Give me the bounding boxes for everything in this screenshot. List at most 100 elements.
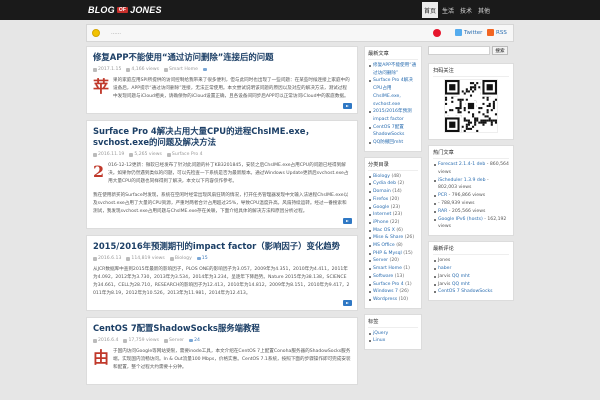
excerpt-text: 果的家庭应用SPI所提供的访问控制给我带来了很多便利，但与此同时也出现了一些问题… [113,78,350,99]
category-link[interactable]: Cydia deb (2) [368,180,418,188]
widget-title: 热门文章 [433,149,509,159]
post-views: 114,819 views [131,256,165,261]
eye-icon [126,67,131,72]
comment-icon[interactable] [202,67,207,72]
post-category[interactable]: Biology [175,256,192,261]
recent-post-link[interactable]: Surface Pro 4解决CPU占用ChsIME.exe, svchost.… [368,77,418,108]
widget-title: 最新文章 [368,50,418,60]
category-link[interactable]: Biology (48) [368,173,418,181]
search-box: 搜索 [428,46,514,55]
post-title[interactable]: 修复APP不能使用“通过访问删除”连接后的问题 [93,52,351,63]
category-link[interactable]: Server (20) [368,257,418,265]
popular-post-link[interactable]: Google IPv6 (hosts) [438,217,483,222]
comment-link[interactable]: QQ mht [452,282,470,287]
post-title[interactable]: Surface Pro 4解决占用大量CPU的进程ChsIME.exe，svch… [93,126,351,148]
post-title[interactable]: CentOS 7配置ShadowSocks服务端教程 [93,323,351,334]
post-category[interactable]: Server [169,338,184,343]
calendar-icon [93,152,97,157]
search-button[interactable]: 搜索 [492,46,508,55]
category-name: Software [373,273,394,279]
category-link[interactable]: Smart Home (1) [368,265,418,273]
category-count: (26) [404,235,415,241]
widget-title: 分类目录 [368,161,418,171]
read-more-arrow-icon[interactable] [343,300,352,306]
eye-icon [123,338,128,343]
recent-post-link[interactable]: 2015/2016年预测impact factor [368,108,418,123]
category-link[interactable]: Surface Pro 4 (1) [368,281,418,289]
read-more-arrow-icon[interactable] [343,103,352,109]
category-link[interactable]: Software (13) [368,273,418,281]
category-link[interactable]: Internet (23) [368,211,418,219]
popular-post-item: - 788,939 views [433,200,509,208]
category-count: (14) [392,189,402,195]
popular-post-item: RAR - 205,566 views [433,208,509,216]
post-category[interactable]: Surface Pro 4 [172,152,203,157]
category-count: (20) [389,196,400,202]
comment-item: Jones [433,257,509,265]
search-input[interactable] [428,46,490,55]
main-nav: 首页 生活 技术 其他 [422,2,492,18]
recent-post-link[interactable]: 修复APP不能使用“通过访问删除” [368,62,418,77]
recent-post-link[interactable]: QQ防撤回mht [368,139,418,147]
popular-post-views: 796,866 views [451,193,486,199]
recent-post-link[interactable]: CentOS 7配置ShadowSocks [368,124,418,139]
category-link[interactable]: iPhone (22) [368,219,418,227]
twitter-link[interactable]: Twitter [455,29,482,36]
categories-widget: 分类目录 Biology (48) Cydia deb (2) Domain (14… [364,156,422,309]
category-link[interactable]: Mise & Share (26) [368,234,418,242]
category-link[interactable]: Firefox (20) [368,196,418,204]
comment-count[interactable]: 15 [202,256,208,261]
read-more-arrow-icon[interactable] [343,218,352,224]
comment-link[interactable]: CentOS 7 ShadowSocks [438,289,493,294]
category-link[interactable]: Wordpress (10) [368,296,418,304]
category-link[interactable]: Google (23) [368,204,418,212]
post-meta: 2016.11.19 5,265 views Surface Pro 4 [93,152,351,157]
category-link[interactable]: MS Office (8) [368,242,418,250]
post-meta: 2017.1.15 4,166 views Smart Home [93,67,351,72]
tag-link[interactable]: Linux [368,337,418,345]
nav-tab-tech[interactable]: 技术 [458,2,474,18]
site-logo[interactable]: BLOG OF JONES [88,4,162,16]
post-date: 2016.6.13 [98,256,122,261]
right-sidebar: 搜索 扫码关注 热门文章 Forecast 2.1.4-1 deb - 860,… [428,46,514,400]
comment-icon[interactable] [189,338,194,343]
category-name: Mise & Share [373,235,404,241]
post-title[interactable]: 2015/2016年预测期刊的impact factor（影响因子）变化趋势 [93,241,351,252]
eye-icon [126,256,131,261]
nav-tab-life[interactable]: 生活 [440,2,456,18]
middle-sidebar: 最新文章 修复APP不能使用“通过访问删除” Surface Pro 4解决CP… [364,46,422,400]
folder-icon [163,67,168,72]
excerpt-text: 于国内访问Google等网站受限，需要inode工具，本文介绍在CentOS 7… [113,349,351,370]
comment-link[interactable]: QQ mht [452,274,470,279]
nav-tab-home[interactable]: 首页 [422,2,438,18]
category-name: Smart Home [373,266,402,272]
qr-widget: 扫码关注 [428,63,514,140]
post-category[interactable]: Smart Home [169,67,198,72]
category-link[interactable]: Windows 7 (26) [368,288,418,296]
rss-link[interactable]: RSS [487,29,507,36]
category-name: Biology [373,173,390,179]
eye-icon [129,152,134,157]
tag-link[interactable]: jQuery [368,330,418,338]
comment-author: Jarvis [438,281,451,287]
popular-post-link[interactable]: iScheduler 1.3.9 deb [438,178,486,183]
nav-tab-other[interactable]: 其他 [476,2,492,18]
comment-count[interactable]: 24 [194,338,200,343]
popular-post-link[interactable]: Forecast 2.1.4-1 deb [438,162,485,167]
category-link[interactable]: Domain (14) [368,188,418,196]
category-name: Server [373,258,389,264]
popular-post-link[interactable]: RAR [438,209,447,214]
rss-icon [487,29,494,36]
widget-title: 扫码关注 [433,67,509,77]
calendar-icon [93,338,97,343]
comment-link[interactable]: haber [438,266,451,271]
category-link[interactable]: Mac OS X (6) [368,227,418,235]
weibo-icon[interactable] [433,29,441,37]
category-count: (1) [403,266,410,272]
drop-cap: 苹 [93,77,110,96]
category-link[interactable]: PHP & Mysql (15) [368,250,418,258]
popular-post-item: iScheduler 1.3.9 deb - 802,003 views [433,177,509,193]
popular-post-link[interactable]: PCR [438,193,447,198]
post-excerpt: 苹 果的家庭应用SPI所提供的访问控制给我带来了很多便利，但与此同时也出现了一些… [93,77,351,101]
comment-icon[interactable] [196,256,201,261]
